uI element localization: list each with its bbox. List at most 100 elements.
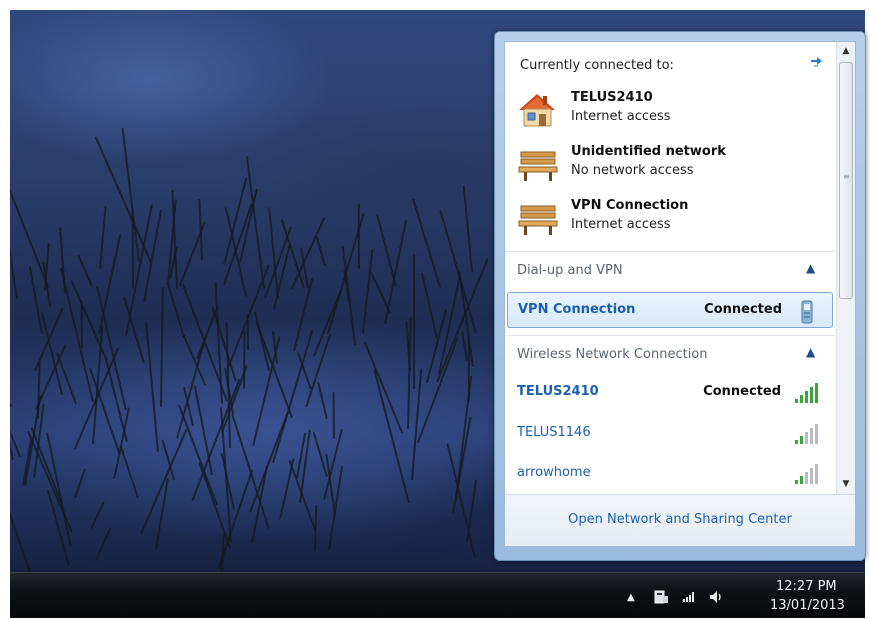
public-network-bench-icon <box>515 198 561 238</box>
grass-stroke <box>194 385 214 476</box>
network-name: arrowhome <box>517 465 591 480</box>
connection-status: Internet access <box>571 217 671 232</box>
scroll-thumb[interactable]: ≡ <box>839 62 853 299</box>
network-signal-icon[interactable] <box>682 589 698 606</box>
signal-bars <box>795 383 818 403</box>
grass-stroke <box>142 209 162 303</box>
grass-stroke <box>217 468 253 568</box>
network-name: TELUS2410 <box>517 384 599 399</box>
grass-stroke <box>119 444 139 499</box>
grass-stroke <box>177 404 218 506</box>
signal-bar <box>810 468 813 484</box>
grass-stroke <box>363 342 403 434</box>
vpn-phone-icon <box>794 299 822 324</box>
grass-stroke <box>99 206 107 270</box>
wifi-signal-icon <box>793 422 821 446</box>
grass-stroke <box>465 479 477 543</box>
volume-icon[interactable] <box>708 589 724 608</box>
scroll-down-arrow-icon[interactable]: ▼ <box>837 475 855 493</box>
network-name: VPN Connection <box>518 302 636 317</box>
clock-time[interactable]: 12:27 PM <box>776 579 837 594</box>
signal-bar <box>815 383 818 403</box>
current-connection: Unidentified network No network access <box>515 140 825 186</box>
grass-stroke <box>413 254 416 390</box>
grass-stroke <box>10 466 33 572</box>
network-state: Connected <box>703 384 781 399</box>
clock-date[interactable]: 13/01/2013 <box>770 598 845 613</box>
network-state: Connected <box>704 302 782 317</box>
network-flyout-content: Currently connected to: TELUS2410 Intern… <box>504 41 856 547</box>
current-connection: TELUS2410 Internet access <box>515 86 825 132</box>
grass-stroke <box>121 127 141 263</box>
grass-stroke <box>332 391 335 440</box>
collapse-chevron-icon[interactable]: ▲ <box>806 345 815 359</box>
connection-status: Internet access <box>571 109 671 124</box>
connection-name: VPN Connection <box>571 198 689 213</box>
wifi-signal-icon <box>793 381 821 405</box>
signal-bar <box>810 428 813 444</box>
public-network-bench-icon <box>515 144 561 184</box>
grass-stroke <box>59 226 67 293</box>
grass-stroke <box>28 265 43 334</box>
grass-stroke <box>242 331 246 389</box>
network-flyout: Currently connected to: TELUS2410 Intern… <box>494 31 866 561</box>
grass-stroke <box>357 204 360 270</box>
network-item-telus1146[interactable]: TELUS1146 <box>507 416 833 452</box>
group-title: Dial-up and VPN <box>517 263 623 278</box>
action-center-icon[interactable] <box>653 589 669 608</box>
grass-stroke <box>10 242 19 300</box>
signal-bar <box>795 480 798 484</box>
scroll-up-arrow-icon[interactable]: ▲ <box>837 42 855 60</box>
signal-bar <box>800 395 803 403</box>
grass-stroke <box>77 254 93 287</box>
grass-stroke <box>361 249 373 334</box>
home-network-icon <box>515 90 561 130</box>
signal-bar <box>805 391 808 403</box>
network-name: TELUS1146 <box>517 425 591 440</box>
grass-stroke <box>462 184 473 272</box>
network-item-arrowhome[interactable]: arrowhome <box>507 456 833 492</box>
scroll-grip-icon: ≡ <box>843 172 850 181</box>
scrollbar[interactable]: ▲ ≡ ▼ <box>836 42 855 494</box>
grass-stroke <box>144 322 159 452</box>
signal-bar <box>810 387 813 403</box>
grass-stroke <box>94 527 111 561</box>
signal-bar <box>795 399 798 403</box>
grass-stroke <box>417 336 459 443</box>
current-connection: VPN Connection Internet access <box>515 194 825 240</box>
signal-bar <box>815 464 818 484</box>
refresh-icon[interactable] <box>808 54 824 70</box>
flyout-footer: Open Network and Sharing Center <box>505 494 855 546</box>
grass-stroke <box>315 235 327 267</box>
grass-stroke <box>421 272 439 340</box>
connection-name: TELUS2410 <box>571 90 653 105</box>
grass-stroke <box>191 378 241 502</box>
grass-stroke <box>313 505 317 552</box>
connection-name: Unidentified network <box>571 144 726 159</box>
currently-connected-label: Currently connected to: <box>520 58 674 73</box>
network-list: Currently connected to: TELUS2410 Intern… <box>505 42 835 494</box>
grass-stroke <box>316 381 328 420</box>
grass-stroke <box>166 282 185 338</box>
network-item-telus2410[interactable]: TELUS2410 Connected <box>507 375 833 411</box>
group-title: Wireless Network Connection <box>517 347 708 362</box>
signal-bars <box>795 424 818 444</box>
connection-status: No network access <box>571 163 694 178</box>
group-header-dialup-vpn[interactable]: Dial-up and VPN ▲ <box>505 251 835 289</box>
signal-bar <box>815 424 818 444</box>
group-header-wireless[interactable]: Wireless Network Connection ▲ <box>505 335 835 373</box>
network-item-vpn-connection[interactable]: VPN Connection Connected <box>507 292 833 328</box>
signal-bar <box>800 476 803 484</box>
grass-stroke <box>384 220 408 325</box>
grass-stroke <box>159 287 164 408</box>
grass-stroke <box>131 207 134 290</box>
grass-stroke <box>74 468 87 500</box>
taskbar: ▲ 12:27 PM 13/01/2013 <box>10 572 865 618</box>
open-network-sharing-center-link[interactable]: Open Network and Sharing Center <box>505 512 855 527</box>
show-hidden-icons-arrow-icon[interactable]: ▲ <box>627 591 635 605</box>
grass-stroke <box>10 330 12 408</box>
wifi-signal-icon <box>793 462 821 486</box>
collapse-chevron-icon[interactable]: ▲ <box>806 261 815 275</box>
signal-bar <box>800 436 803 444</box>
grass-stroke <box>90 501 105 530</box>
